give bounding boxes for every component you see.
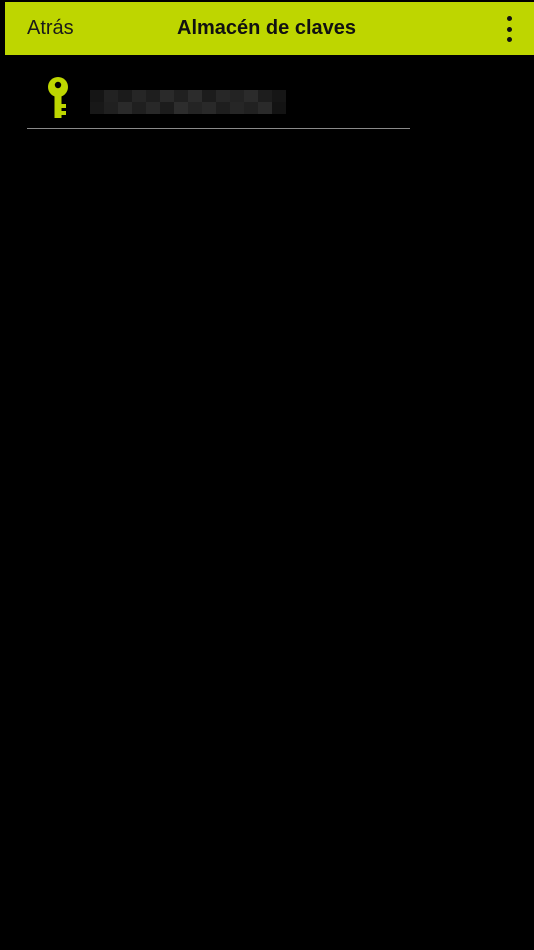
key-name <box>90 90 286 114</box>
top-app-bar: Atrás Almacén de claves <box>5 2 534 55</box>
back-button[interactable]: Atrás <box>27 2 74 55</box>
key-list <box>27 72 410 129</box>
key-icon <box>48 77 68 118</box>
more-vertical-icon[interactable] <box>500 16 518 42</box>
menu-dot <box>506 16 512 21</box>
menu-dot <box>506 26 512 32</box>
menu-dot <box>506 37 512 42</box>
app-screen: Atrás Almacén de claves <box>0 0 534 950</box>
page-title: Almacén de claves <box>177 17 356 39</box>
list-item[interactable] <box>27 72 410 129</box>
